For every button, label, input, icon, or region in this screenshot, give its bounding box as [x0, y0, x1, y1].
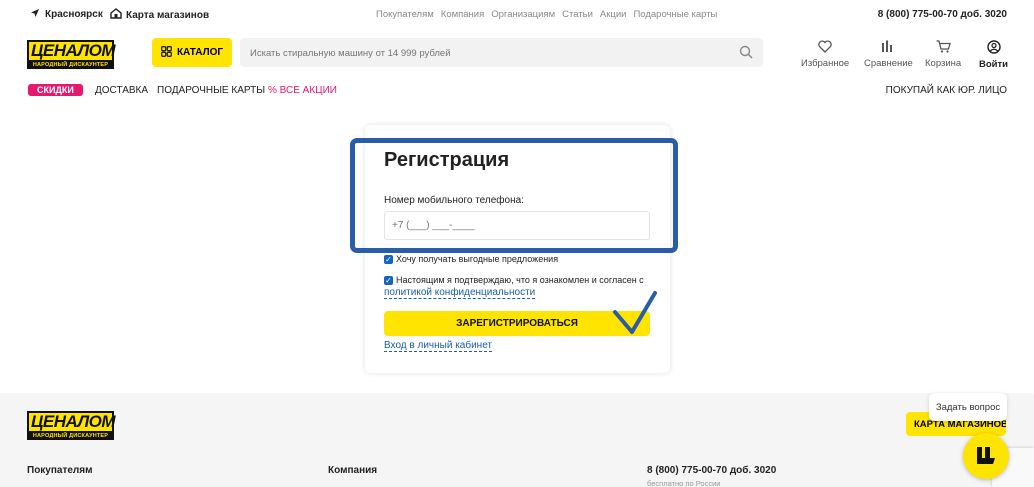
footer-phone-note: бесплатно по России [647, 479, 721, 487]
top-link-company[interactable]: Компания [441, 9, 484, 20]
catalog-label: КАТАЛОГ [176, 47, 224, 58]
favorites-label: Избранное [801, 58, 850, 69]
ask-question-button[interactable]: Задать вопрос [929, 393, 1007, 421]
search-input[interactable] [250, 45, 730, 61]
city-label: Красноярск [45, 9, 103, 20]
top-link-organizations[interactable]: Организациям [491, 9, 555, 20]
grid-icon [160, 45, 172, 60]
registration-card: Регистрация Номер мобильного телефона: ✓… [365, 125, 670, 373]
site-logo[interactable]: ЦЕНАЛОМ НАРОДНЫЙ ДИСКАУНТЕР [27, 40, 116, 69]
register-button[interactable]: ЗАРЕГИСТРИРОВАТЬСЯ [384, 311, 650, 336]
chat-widget-button[interactable] [963, 433, 1009, 479]
phone-label: Номер мобильного телефона: [384, 195, 524, 206]
location-arrow-icon [30, 8, 40, 21]
city-selector[interactable]: Красноярск [30, 8, 103, 21]
offers-checkbox-row[interactable]: ✓ Хочу получать выгодные предложения [384, 254, 558, 264]
top-link-gift-cards[interactable]: Подарочные карты [633, 9, 717, 20]
footer-logo-subtitle: НАРОДНЫЙ ДИСКАУНТЕР [27, 433, 114, 440]
page-title: Регистрация [384, 149, 510, 171]
offers-checkbox[interactable]: ✓ [384, 255, 393, 264]
stores-label: Карта магазинов [126, 9, 210, 21]
login-link[interactable]: Войти [979, 40, 1008, 70]
cabinet-login-link[interactable]: Вход в личный кабинет [384, 340, 492, 352]
nav-sale-badge[interactable]: СКИДКИ [28, 84, 83, 96]
catalog-button[interactable]: КАТАЛОГ [152, 38, 232, 67]
favorites-link[interactable]: Избранное [801, 40, 849, 69]
top-link-articles[interactable]: Статьи [562, 9, 593, 20]
consent-checkbox[interactable]: ✓ [384, 276, 393, 285]
user-icon [986, 40, 1001, 57]
top-link-promos[interactable]: Акции [600, 9, 627, 20]
footer-logo-text: ЦЕНАЛОМ [27, 411, 116, 433]
consent-checkbox-label: Настоящим я подтверждаю, что я ознакомле… [396, 275, 644, 285]
footer-logo[interactable]: ЦЕНАЛОМ НАРОДНЫЙ ДИСКАУНТЕР [27, 411, 116, 440]
footer-col-company: Компания [328, 465, 378, 476]
offers-checkbox-label: Хочу получать выгодные предложения [396, 254, 559, 264]
nav-delivery[interactable]: ДОСТАВКА [95, 85, 148, 96]
footer: ЦЕНАЛОМ НАРОДНЫЙ ДИСКАУНТЕР КАРТА МАГАЗИ… [0, 393, 1034, 487]
login-label: Войти [979, 59, 1008, 70]
phone-input[interactable] [384, 211, 650, 240]
logo-text: ЦЕНАЛОМ [27, 40, 116, 62]
nav-legal-entity[interactable]: ПОКУПАЙ КАК ЮР. ЛИЦО [886, 85, 1007, 96]
stores-map-link[interactable]: Карта магазинов [110, 8, 209, 22]
consent-checkbox-row[interactable]: ✓ Настоящим я подтверждаю, что я ознаком… [384, 275, 644, 285]
chat-logo-icon [974, 443, 998, 470]
bar-chart-icon [881, 40, 895, 56]
top-bar: Красноярск Карта магазинов Покупателям К… [0, 0, 1034, 28]
search-bar [240, 38, 763, 67]
top-links: Покупателям Компания Организациям Статьи… [376, 9, 717, 20]
cart-icon [936, 40, 951, 56]
top-link-buyers[interactable]: Покупателям [376, 9, 434, 20]
cart-label: Корзина [925, 58, 962, 69]
main-nav: СКИДКИ ДОСТАВКА ПОДАРОЧНЫЕ КАРТЫ % ВСЕ А… [0, 80, 1034, 102]
privacy-policy-link[interactable]: политикой конфиденциальности [384, 287, 536, 299]
nav-gift-cards[interactable]: ПОДАРОЧНЫЕ КАРТЫ [157, 85, 265, 96]
footer-col-buyers: Покупателям [27, 465, 93, 476]
nav-all-promos[interactable]: % ВСЕ АКЦИИ [268, 85, 337, 96]
cart-link[interactable]: Корзина [925, 40, 961, 69]
store-icon [110, 8, 122, 22]
compare-label: Сравнение [864, 58, 913, 69]
compare-link[interactable]: Сравнение [864, 40, 913, 69]
heart-icon [818, 40, 832, 56]
search-icon[interactable] [739, 45, 753, 64]
footer-phone[interactable]: 8 (800) 775-00-70 доб. 3020 [647, 465, 776, 476]
top-phone[interactable]: 8 (800) 775-00-70 доб. 3020 [878, 9, 1007, 20]
logo-subtitle: НАРОДНЫЙ ДИСКАУНТЕР [27, 62, 114, 69]
